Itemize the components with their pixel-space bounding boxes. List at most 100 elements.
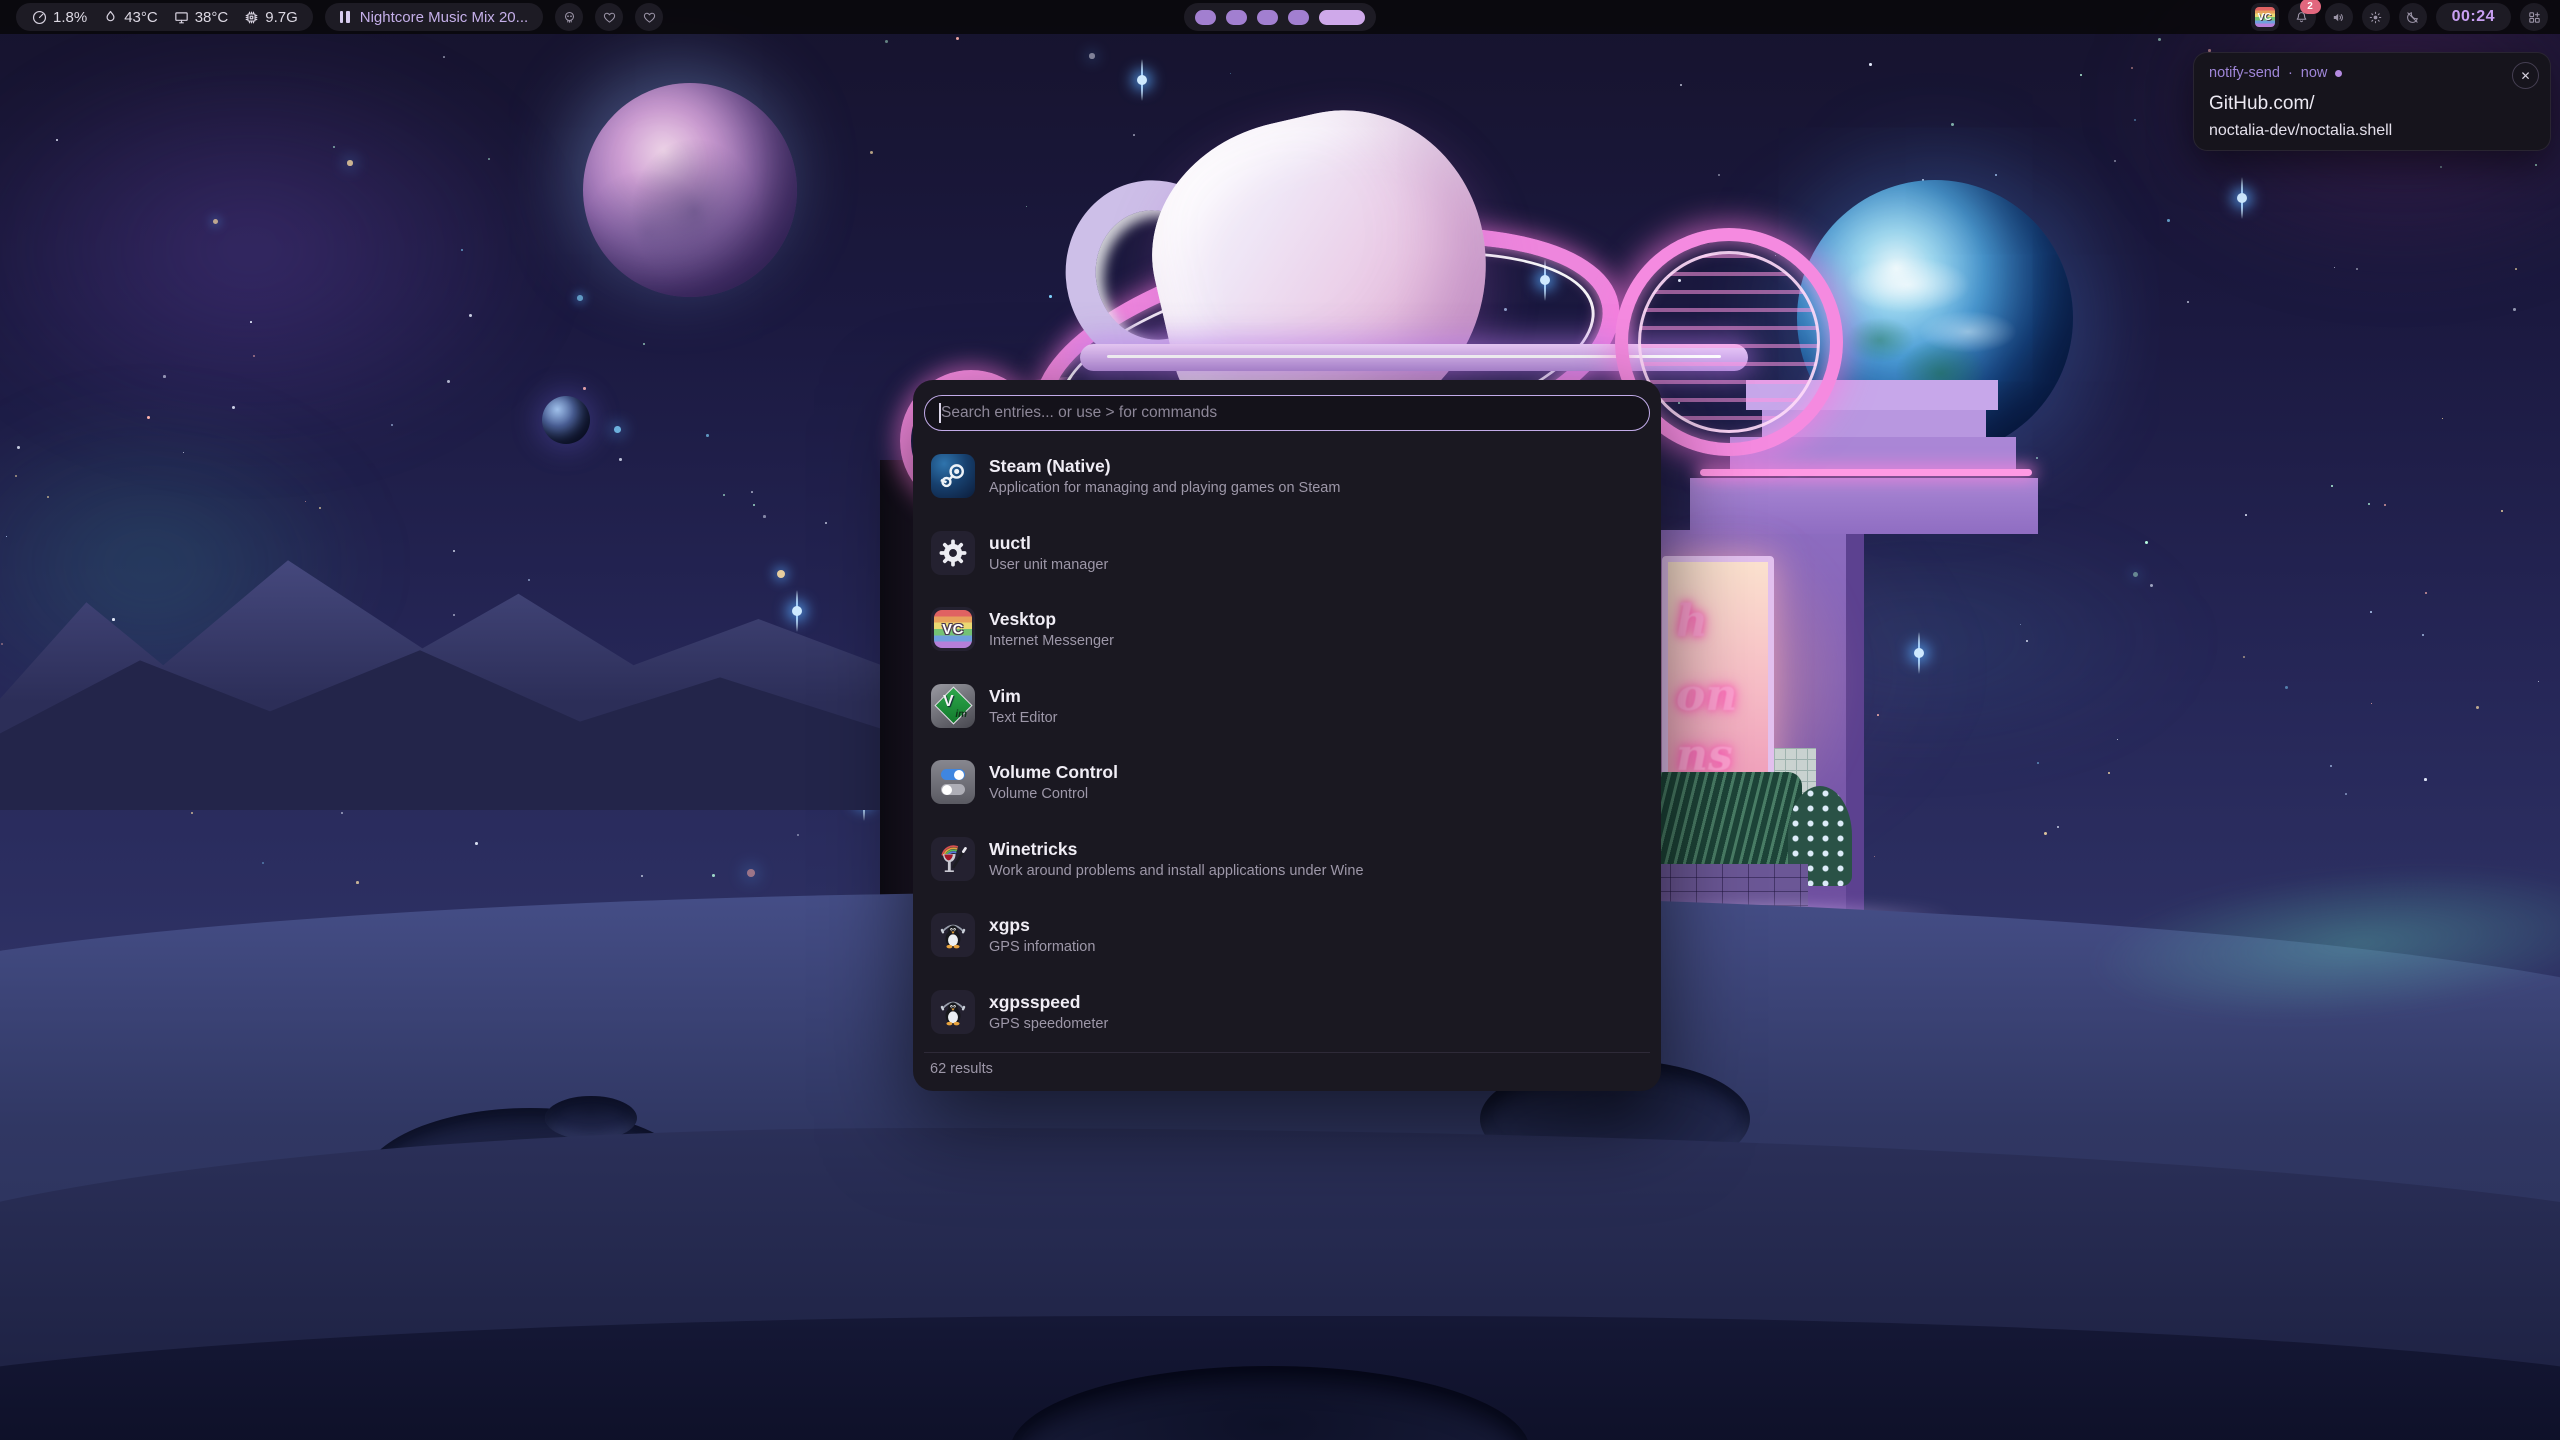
volume-button[interactable] xyxy=(2325,3,2353,31)
notification-time: now xyxy=(2301,65,2328,81)
app-name: xgps xyxy=(989,915,1095,936)
clock-time: 00:24 xyxy=(2452,8,2495,26)
close-icon: ✕ xyxy=(2520,69,2530,83)
app-launcher-panel: Steam (Native) Application for managing … xyxy=(913,380,1661,1091)
unread-dot-icon xyxy=(2335,70,2342,77)
top-bar: 1.8% 43°C 38°C 9.7G Nightcore Music Mix … xyxy=(0,0,2560,34)
launcher-item-xgpsspeed[interactable]: xgpsspeed GPS speedometer xyxy=(924,974,1650,1051)
building-neon-underline xyxy=(1700,469,2032,476)
gear-icon xyxy=(931,531,975,575)
winetricks-icon xyxy=(931,837,975,881)
workspace-dot[interactable] xyxy=(1288,10,1309,25)
hedge-plants xyxy=(1650,772,1802,868)
cpu-load-stat: 1.8% xyxy=(31,9,87,26)
monitor-icon xyxy=(173,9,190,26)
heart-button[interactable] xyxy=(595,3,623,31)
cpu-temp-stat: 43°C xyxy=(102,9,158,26)
shop-window: h on ns xyxy=(1662,556,1774,798)
launcher-item-winetricks[interactable]: Winetricks Work around problems and inst… xyxy=(924,821,1650,898)
app-description: Volume Control xyxy=(989,786,1118,802)
media-player-widget[interactable]: Nightcore Music Mix 20... xyxy=(325,3,543,31)
launcher-item-xgps[interactable]: xgps GPS information xyxy=(924,897,1650,974)
gauge-icon xyxy=(31,9,48,26)
chip-icon xyxy=(243,9,260,26)
tux-icon xyxy=(931,990,975,1034)
vesktop-icon: VC xyxy=(931,607,975,651)
notification-card[interactable]: notify-send · now ✕ GitHub.com/ noctalia… xyxy=(2193,52,2551,151)
steam-icon xyxy=(931,454,975,498)
app-name: xgpsspeed xyxy=(989,992,1108,1013)
results-count: 62 results xyxy=(930,1061,993,1077)
system-stats-widget[interactable]: 1.8% 43°C 38°C 9.7G xyxy=(16,3,313,31)
results-list: Steam (Native) Application for managing … xyxy=(924,438,1650,1050)
pause-icon xyxy=(340,11,350,23)
skull-button[interactable] xyxy=(555,3,583,31)
workspace-dot[interactable] xyxy=(1226,10,1247,25)
neon-sign-text: on xyxy=(1676,670,1737,721)
memory-stat: 9.7G xyxy=(243,9,298,26)
launcher-item-uuctl[interactable]: uuctl User unit manager xyxy=(924,515,1650,592)
moon-off-icon xyxy=(2405,10,2420,25)
app-name: uuctl xyxy=(989,533,1108,554)
sparkle-star xyxy=(795,609,799,613)
heart-icon xyxy=(602,10,617,25)
tray-vesktop[interactable]: VC xyxy=(2251,3,2279,31)
launcher-item-vesktop[interactable]: VC Vesktop Internet Messenger xyxy=(924,591,1650,668)
launcher-item-vim[interactable]: V im Vim Text Editor xyxy=(924,668,1650,745)
heart-icon xyxy=(642,10,657,25)
volume-toggles-icon xyxy=(931,760,975,804)
launcher-item-volume-control[interactable]: Volume Control Volume Control xyxy=(924,744,1650,821)
flame-icon xyxy=(102,9,119,26)
skull-icon xyxy=(562,10,577,25)
vesktop-tray-icon: VC xyxy=(2255,7,2275,27)
workspace-dot-active[interactable] xyxy=(1319,10,1365,25)
app-name: Vim xyxy=(989,686,1058,707)
media-title: Nightcore Music Mix 20... xyxy=(360,9,528,26)
overview-button[interactable] xyxy=(2520,3,2548,31)
desktop: h on ns 1.8% xyxy=(0,0,2560,1440)
app-description: GPS information xyxy=(989,939,1095,955)
notification-body-line: GitHub.com/ xyxy=(2209,93,2315,115)
app-description: Application for managing and playing gam… xyxy=(989,480,1340,496)
tux-icon xyxy=(931,913,975,957)
small-planet xyxy=(542,396,590,444)
app-name: Vesktop xyxy=(989,609,1114,630)
nebula-purple xyxy=(0,40,560,460)
grid-plus-icon xyxy=(2527,10,2542,25)
app-description: Work around problems and install applica… xyxy=(989,863,1364,879)
clock-widget[interactable]: 00:24 xyxy=(2436,3,2511,31)
launcher-item-steam[interactable]: Steam (Native) Application for managing … xyxy=(924,438,1650,515)
text-caret xyxy=(939,403,941,423)
app-name: Winetricks xyxy=(989,839,1364,860)
app-description: User unit manager xyxy=(989,557,1108,573)
sun-icon xyxy=(2368,10,2383,25)
notification-badge: 2 xyxy=(2300,0,2321,14)
night-light-button[interactable] xyxy=(2399,3,2427,31)
cpu-temp-value: 43°C xyxy=(124,9,158,26)
sparkle-star xyxy=(1140,78,1144,82)
cpu-load-value: 1.8% xyxy=(53,9,87,26)
pink-planet xyxy=(583,83,797,297)
workspace-dot[interactable] xyxy=(1257,10,1278,25)
app-description: Text Editor xyxy=(989,710,1058,726)
notification-sep: · xyxy=(2288,65,2293,81)
brightness-button[interactable] xyxy=(2362,3,2390,31)
heart-button[interactable] xyxy=(635,3,663,31)
neon-sign-text: h xyxy=(1676,596,1708,647)
gpu-temp-stat: 38°C xyxy=(173,9,229,26)
notification-app: notify-send xyxy=(2209,65,2280,81)
speaker-icon xyxy=(2331,10,2346,25)
footer-divider xyxy=(924,1052,1650,1053)
notification-body-line: noctalia-dev/noctalia.shell xyxy=(2209,122,2392,140)
workspace-dot[interactable] xyxy=(1195,10,1216,25)
sparkle-star xyxy=(1917,651,1921,655)
notification-close-button[interactable]: ✕ xyxy=(2512,62,2539,89)
search-input[interactable] xyxy=(924,395,1650,431)
sparkle-star xyxy=(2240,196,2244,200)
app-description: Internet Messenger xyxy=(989,633,1114,649)
notification-header: notify-send · now xyxy=(2209,65,2342,81)
search-wrap xyxy=(924,395,1650,431)
app-name: Volume Control xyxy=(989,762,1118,783)
notifications-button[interactable]: 2 xyxy=(2288,3,2316,31)
vim-icon: V im xyxy=(931,684,975,728)
